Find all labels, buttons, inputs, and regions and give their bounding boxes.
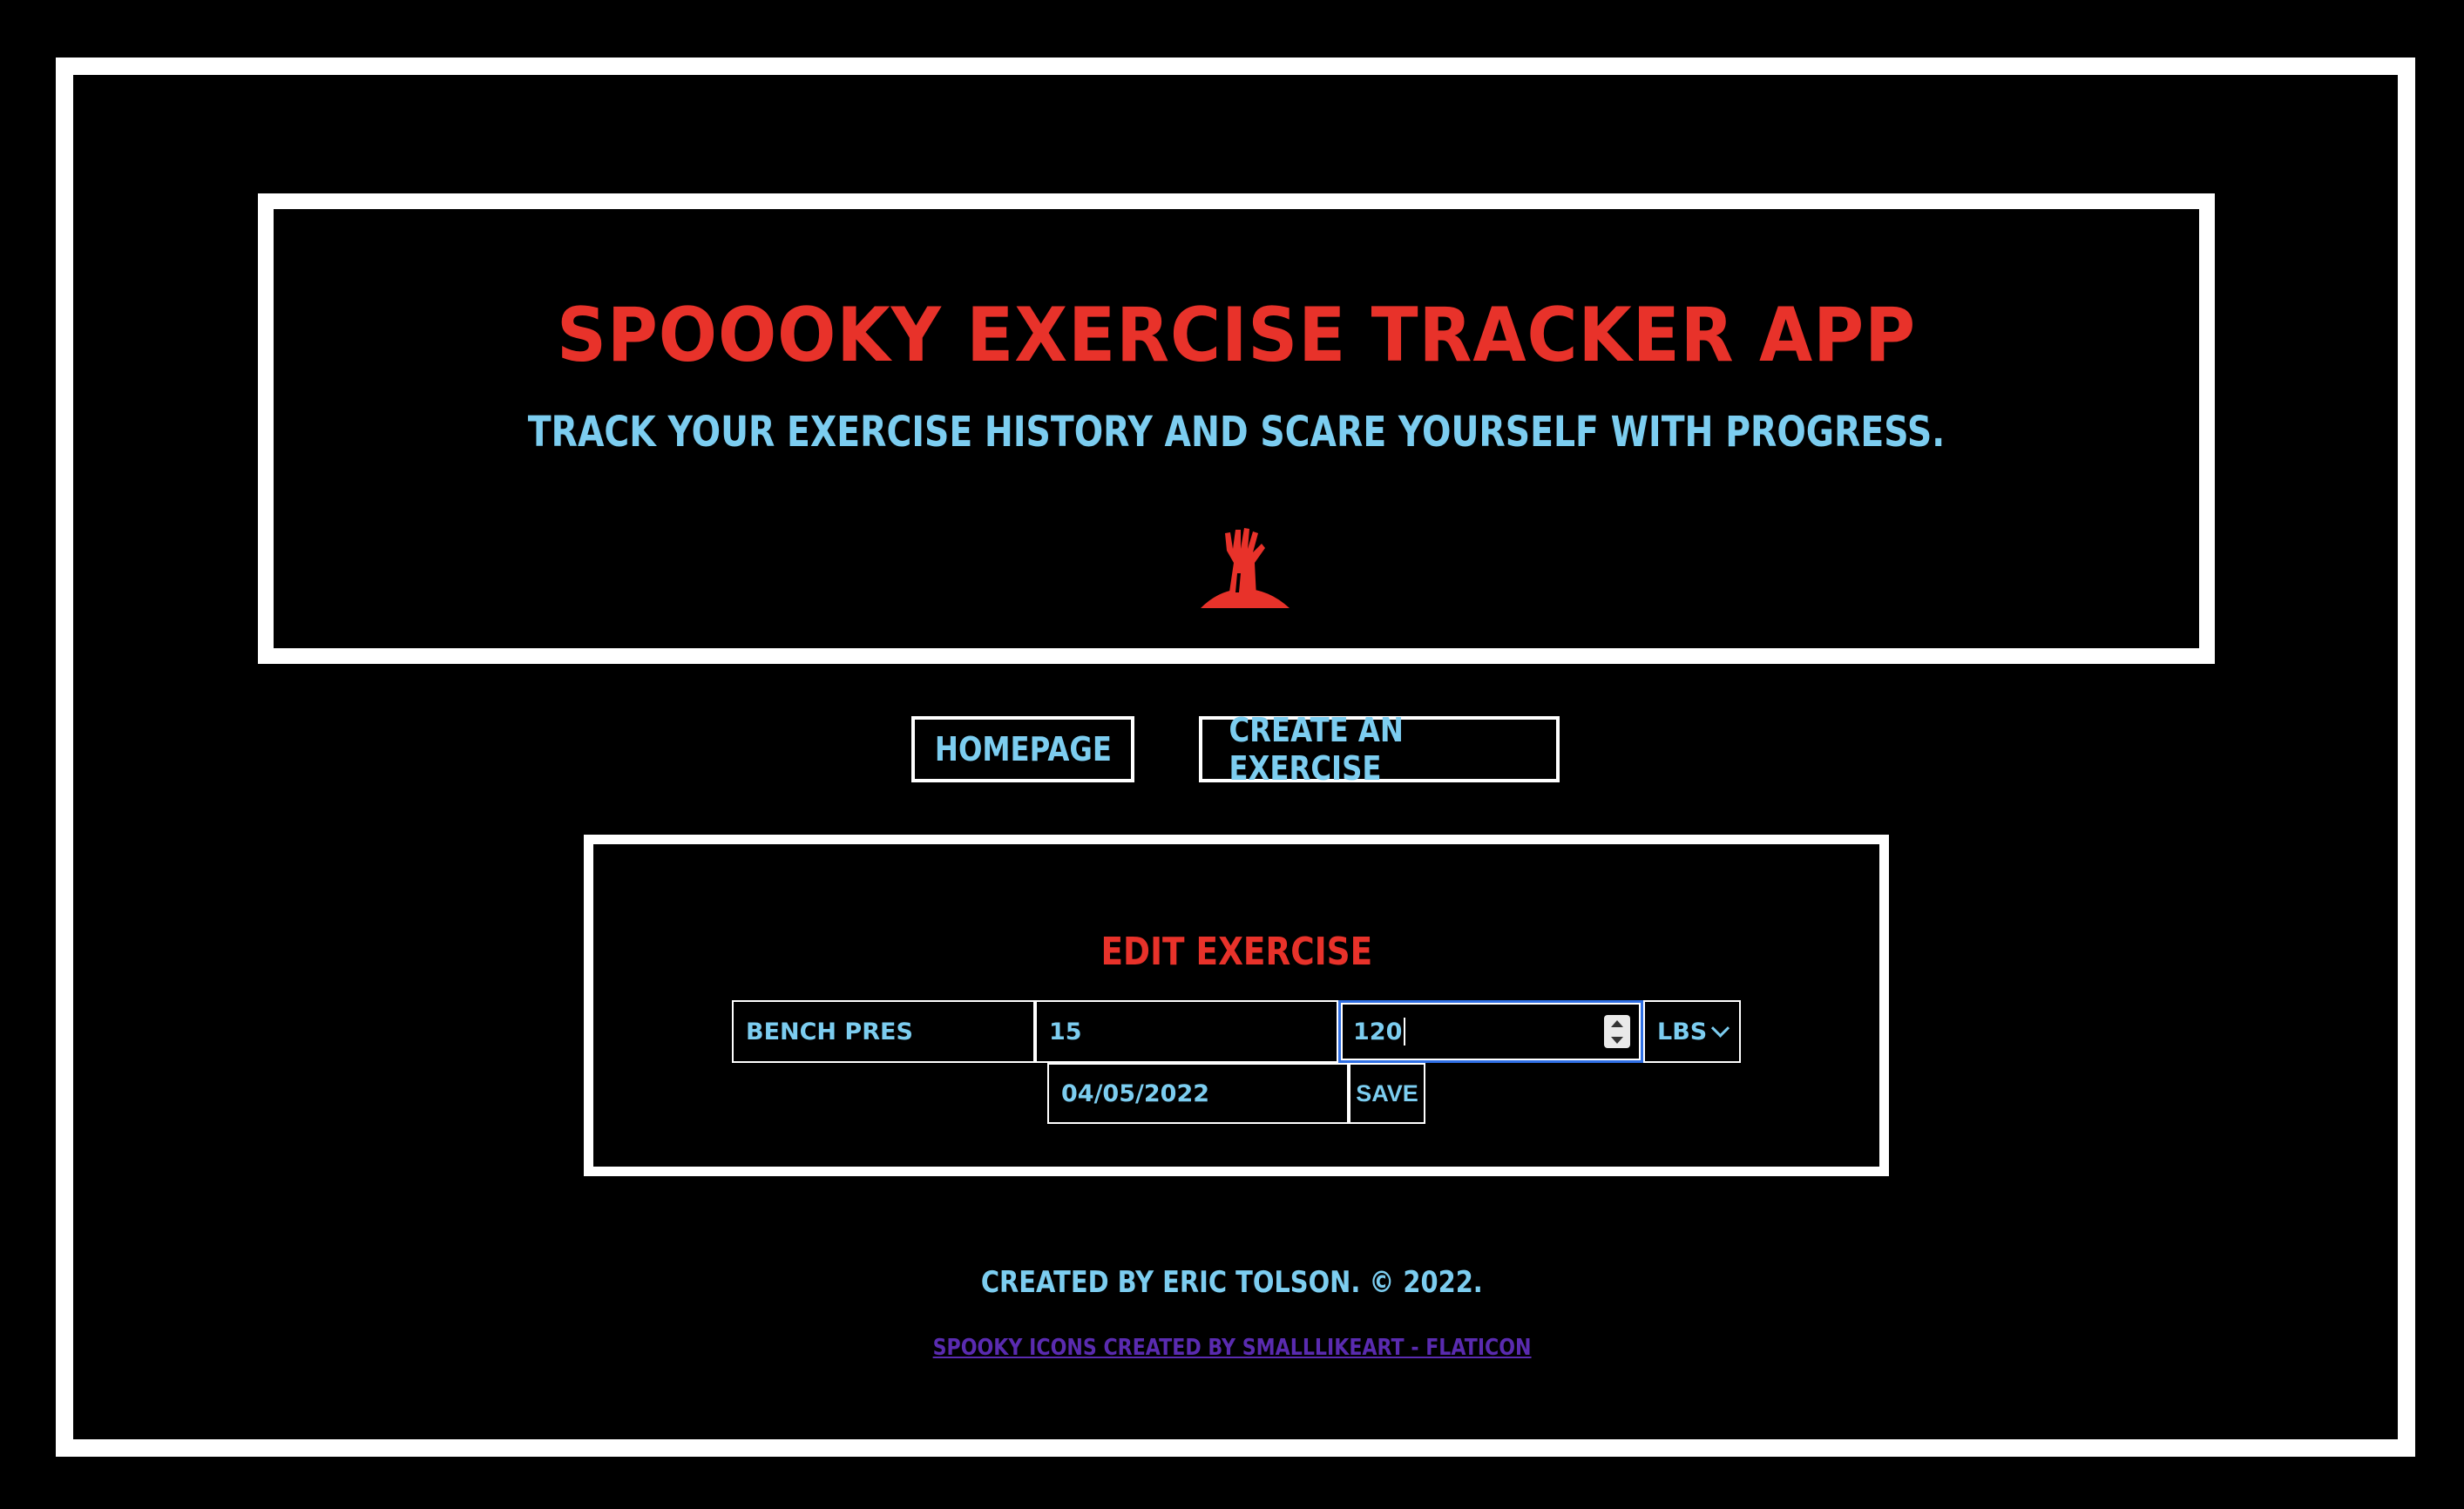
date-value: 04/05/2022 bbox=[1061, 1079, 1210, 1107]
main-nav: Homepage Create an Exercise bbox=[0, 711, 2464, 788]
spinner-up-icon[interactable] bbox=[1611, 1019, 1623, 1027]
date-input[interactable]: 04/05/2022 bbox=[1047, 1063, 1349, 1124]
weight-input[interactable]: 120 bbox=[1338, 1000, 1643, 1063]
number-spinner[interactable] bbox=[1604, 1015, 1630, 1048]
create-exercise-button-label: Create an Exercise bbox=[1229, 711, 1404, 788]
exercise-name-input[interactable]: Bench Pres bbox=[732, 1000, 1035, 1063]
homepage-button-label: Homepage bbox=[934, 730, 1112, 768]
app-subtitle: Track your exercise history and scare yo… bbox=[527, 408, 1946, 457]
exercise-name-value: Bench Pres bbox=[746, 1018, 913, 1045]
footer-credit-text: Created by Eric Tolson. © 2022. bbox=[981, 1265, 1483, 1300]
unit-value: lbs bbox=[1657, 1018, 1708, 1045]
zombie-hand-icon bbox=[1201, 528, 1290, 608]
footer-attribution: Spooky icons created by Smalllikeart - F… bbox=[0, 1335, 2464, 1361]
unit-select[interactable]: lbs bbox=[1643, 1000, 1741, 1063]
homepage-button[interactable]: Homepage bbox=[911, 716, 1134, 782]
reps-value: 15 bbox=[1049, 1018, 1082, 1045]
text-caret bbox=[1404, 1018, 1406, 1045]
weight-value: 120 bbox=[1353, 1018, 1403, 1045]
app-title: Spoooky Exercise Tracker App bbox=[556, 292, 1916, 379]
footer-credit: Created by Eric Tolson. © 2022. bbox=[0, 1265, 2464, 1300]
spinner-down-icon[interactable] bbox=[1611, 1036, 1623, 1044]
edit-exercise-title-text: Edit Exercise bbox=[1100, 930, 1372, 974]
flaticon-attribution-link[interactable]: Spooky icons created by Smalllikeart - F… bbox=[933, 1335, 1532, 1361]
chevron-down-icon bbox=[1710, 1018, 1730, 1038]
create-exercise-button[interactable]: Create an Exercise bbox=[1199, 711, 1560, 788]
reps-input[interactable]: 15 bbox=[1035, 1000, 1338, 1063]
save-button[interactable]: Save bbox=[1349, 1063, 1425, 1124]
header-banner: Spoooky Exercise Tracker App Track your … bbox=[258, 193, 2215, 664]
edit-exercise-title: Edit Exercise bbox=[593, 933, 1879, 971]
